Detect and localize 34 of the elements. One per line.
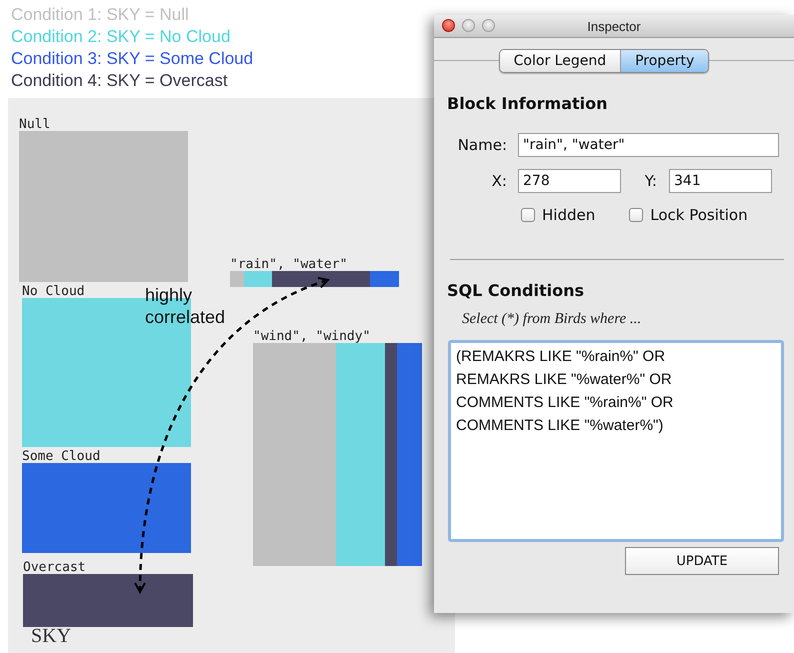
stacked-block[interactable] xyxy=(253,343,422,566)
stacked-block[interactable] xyxy=(230,271,399,287)
input-field[interactable]: 341 xyxy=(669,169,772,193)
field-label: Y: xyxy=(644,172,657,190)
input-field[interactable]: 278 xyxy=(518,169,621,193)
axis-label: SKY xyxy=(31,625,72,648)
block-label: Overcast xyxy=(23,561,86,574)
tab[interactable]: Color Legend xyxy=(500,50,620,72)
block-label: "rain", "water" xyxy=(230,258,348,271)
tab[interactable]: Property xyxy=(620,50,708,72)
checkbox-label: Hidden xyxy=(542,206,596,224)
section-title: Block Information xyxy=(447,94,609,113)
window-title: Inspector xyxy=(587,18,641,34)
legend-text: Condition 4: SKY = Overcast xyxy=(11,70,228,92)
close-button[interactable] xyxy=(442,19,455,32)
minimize-button[interactable] xyxy=(462,19,475,32)
block-label: Null xyxy=(19,118,50,131)
checkbox[interactable] xyxy=(521,208,535,222)
checkbox-label: Lock Position xyxy=(650,206,748,224)
text-area[interactable]: (REMAKRS LIKE "%rain%" OR REMAKRS LIKE "%water%" OR COMMENTS LIKE "%rain%" OR COMMENTS LIKE "%water%") xyxy=(448,340,784,542)
legend-text: Condition 1: SKY = Null xyxy=(11,4,189,26)
legend-text: Condition 3: SKY = Some Cloud xyxy=(11,48,254,70)
zoom-button[interactable] xyxy=(482,19,495,32)
input-field[interactable]: "rain", "water" xyxy=(518,133,779,157)
block-label: No Cloud xyxy=(22,285,85,298)
hint-text: Select (*) from Birds where ... xyxy=(462,311,642,328)
field-label: Name: xyxy=(456,136,507,154)
section-title: SQL Conditions xyxy=(447,281,585,300)
legend-text: Condition 2: SKY = No Cloud xyxy=(11,26,230,48)
block-label: "wind", "windy" xyxy=(253,330,370,343)
block-label: Some Cloud xyxy=(22,450,100,463)
update-button[interactable]: UPDATE xyxy=(625,547,779,575)
checkbox[interactable] xyxy=(629,208,644,222)
field-label: X: xyxy=(490,172,507,190)
